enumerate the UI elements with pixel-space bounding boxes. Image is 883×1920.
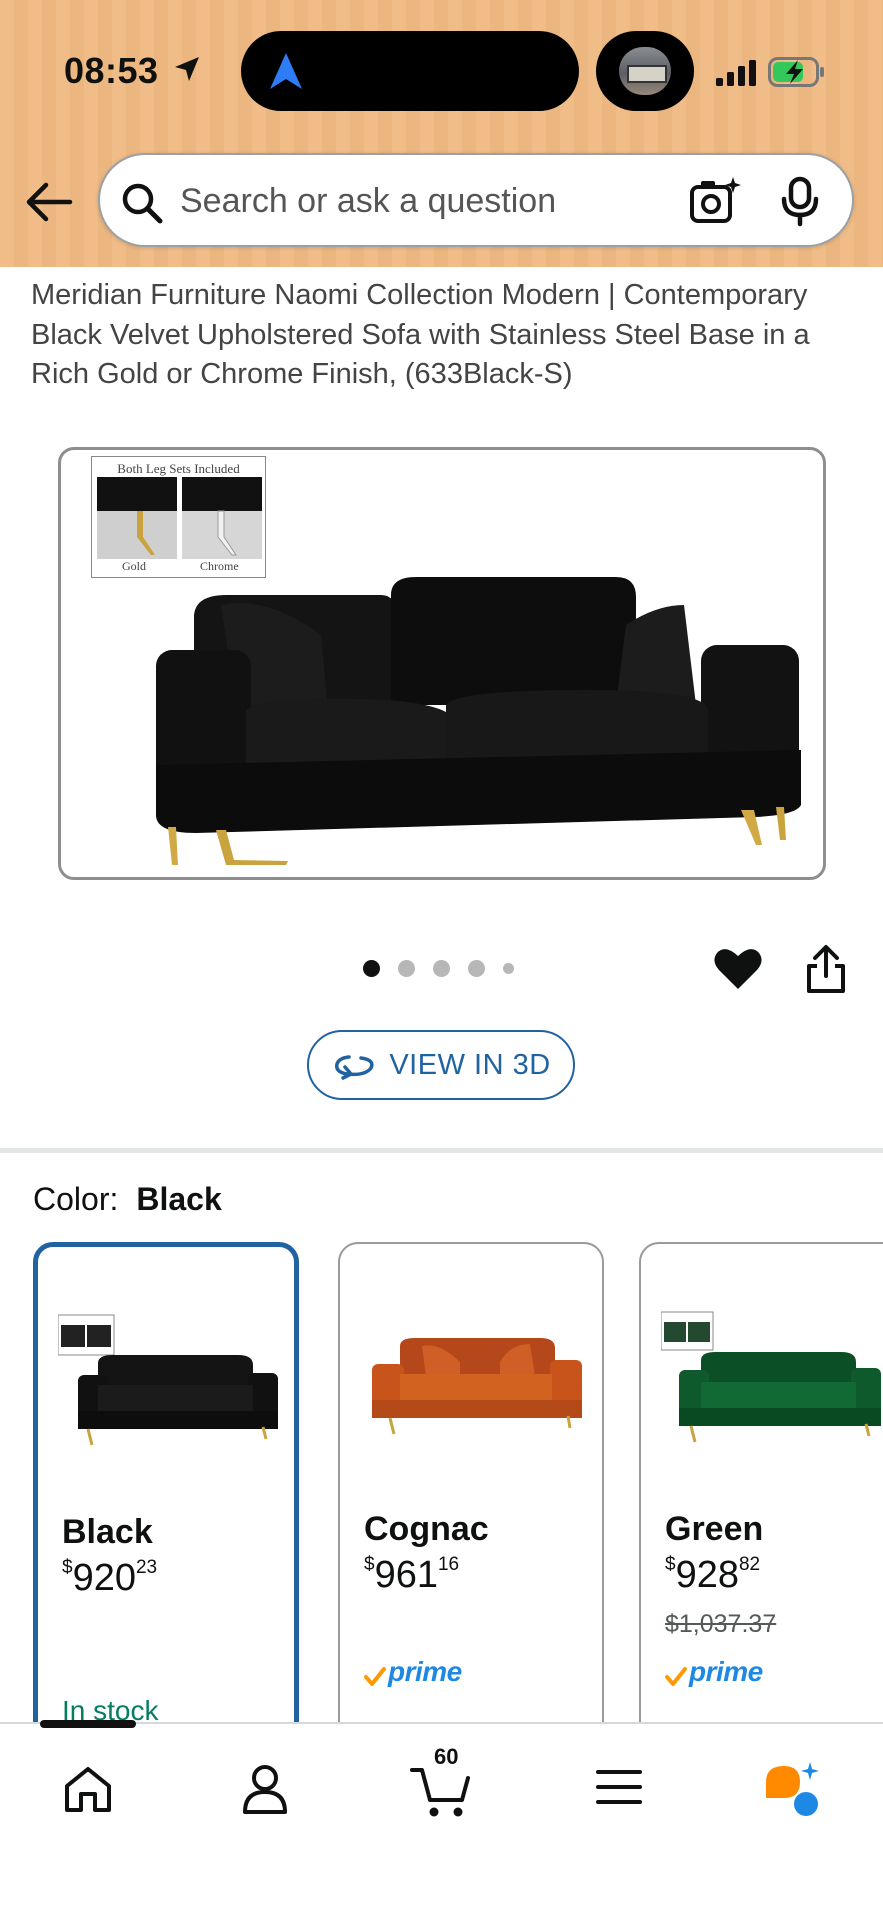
bottom-navigation: 60 xyxy=(0,1720,883,1920)
color-option-name: Black xyxy=(62,1513,153,1551)
carousel-dot[interactable] xyxy=(468,960,485,977)
active-tab-indicator xyxy=(40,1720,136,1728)
prime-badge: prime xyxy=(665,1656,763,1688)
cognac-sofa-thumbnail xyxy=(372,1338,582,1435)
price-fraction: 82 xyxy=(738,1554,761,1575)
view-in-3d-label: VIEW IN 3D xyxy=(389,1048,551,1081)
search-bar[interactable] xyxy=(98,153,854,247)
cart-count-badge: 60 xyxy=(434,1744,459,1769)
gold-leg-image xyxy=(97,477,177,559)
home-icon[interactable] xyxy=(62,1764,114,1816)
heart-icon[interactable] xyxy=(713,944,763,992)
color-label: Color: xyxy=(33,1181,119,1217)
cellular-signal-icon xyxy=(716,60,756,86)
account-icon[interactable] xyxy=(240,1764,290,1816)
currency-symbol: $ xyxy=(364,1554,375,1575)
color-option-green[interactable]: Green $92882 $1,037.37 prime xyxy=(639,1242,883,1742)
color-option-name: Cognac xyxy=(364,1510,489,1548)
rotate-3d-icon xyxy=(335,1055,374,1080)
location-arrow-icon xyxy=(175,57,199,81)
search-input[interactable] xyxy=(180,177,680,225)
color-selector-label: Color: Black xyxy=(33,1181,222,1218)
gold-leg-label: Gold xyxy=(122,559,146,573)
price-fraction: 23 xyxy=(135,1557,158,1578)
camera-search-icon[interactable] xyxy=(688,175,742,227)
image-carousel-dots[interactable] xyxy=(363,960,514,977)
prime-check-icon xyxy=(364,1667,386,1686)
green-sofa-thumbnail xyxy=(661,1311,881,1443)
microphone-icon[interactable] xyxy=(780,175,820,227)
view-in-3d-button[interactable]: VIEW IN 3D xyxy=(307,1030,575,1100)
leg-sets-inset: Both Leg Sets Included Gold Chrome xyxy=(91,456,266,578)
back-arrow-icon[interactable] xyxy=(24,180,74,224)
color-option-name: Green xyxy=(665,1510,764,1548)
dynamic-island xyxy=(241,31,579,111)
share-icon[interactable] xyxy=(805,944,847,994)
menu-icon[interactable] xyxy=(596,1764,642,1810)
carousel-dot[interactable] xyxy=(398,960,415,977)
product-image[interactable]: Both Leg Sets Included Gold Chrome xyxy=(58,447,826,880)
price-whole: 920 xyxy=(72,1557,136,1599)
color-option-price: $92023 xyxy=(62,1557,157,1600)
leg-sets-caption: Both Leg Sets Included xyxy=(117,461,240,476)
prime-badge: prime xyxy=(364,1656,462,1688)
battery-charging-icon xyxy=(768,57,824,87)
currency-symbol: $ xyxy=(665,1554,676,1575)
price-whole: 961 xyxy=(374,1554,438,1596)
product-title[interactable]: Meridian Furniture Naomi Collection Mode… xyxy=(31,276,831,395)
carousel-dot[interactable] xyxy=(363,960,380,977)
sofa-image xyxy=(156,577,801,865)
prime-check-icon xyxy=(665,1667,687,1686)
navigation-app-icon xyxy=(270,53,302,89)
media-thumbnail xyxy=(619,47,671,95)
dynamic-island-media xyxy=(596,31,694,111)
selected-color: Black xyxy=(136,1181,222,1217)
cart-button[interactable]: 60 xyxy=(410,1744,476,1824)
price-whole: 928 xyxy=(675,1554,739,1596)
prime-label: prime xyxy=(388,1656,462,1687)
color-option-black[interactable]: Black $92023 In stock xyxy=(33,1242,299,1742)
color-option-price: $92882 xyxy=(665,1554,760,1597)
cart-icon xyxy=(410,1768,470,1817)
price-fraction: 16 xyxy=(437,1554,460,1575)
section-divider xyxy=(0,1148,883,1153)
rufus-icon[interactable] xyxy=(762,1760,822,1820)
currency-symbol: $ xyxy=(62,1557,73,1578)
carousel-dot[interactable] xyxy=(503,963,514,974)
chrome-leg-image xyxy=(182,477,262,559)
list-price: $1,037.37 xyxy=(665,1610,777,1638)
color-option-cognac[interactable]: Cognac $96116 prime xyxy=(338,1242,604,1742)
status-time: 08:53 xyxy=(64,50,159,91)
color-option-price: $96116 xyxy=(364,1554,459,1597)
app-header: 08:53 xyxy=(0,0,883,267)
black-sofa-thumbnail xyxy=(58,1314,278,1446)
search-icon xyxy=(122,183,163,224)
carousel-dot[interactable] xyxy=(433,960,450,977)
prime-label: prime xyxy=(689,1656,763,1687)
